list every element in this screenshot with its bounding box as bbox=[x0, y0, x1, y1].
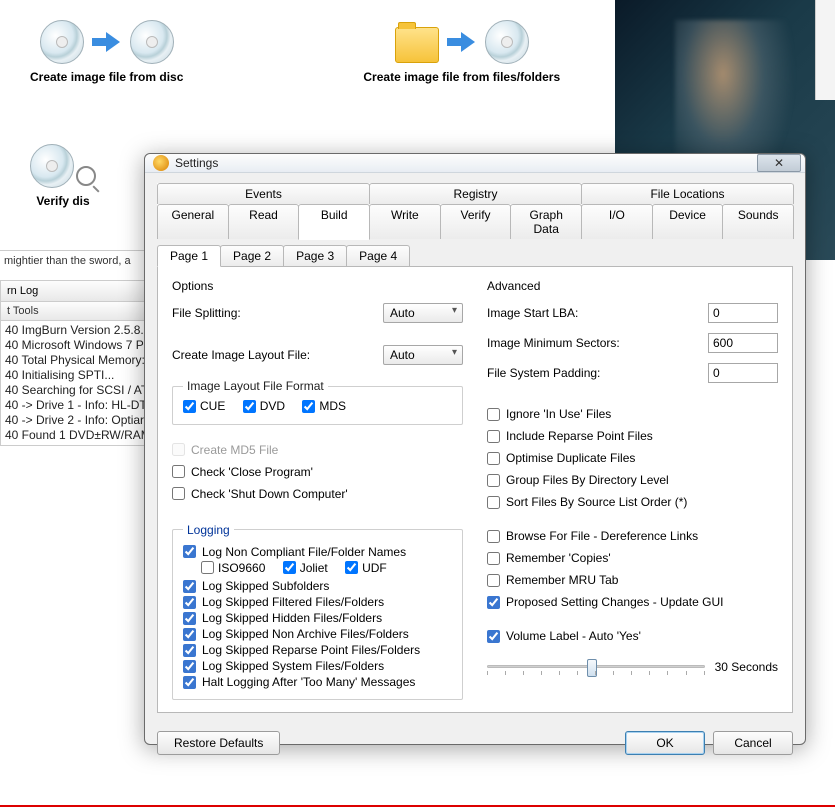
padding-input[interactable] bbox=[708, 363, 778, 383]
check-close-checkbox[interactable]: Check 'Close Program' bbox=[172, 465, 463, 479]
padding-label: File System Padding: bbox=[487, 366, 700, 380]
tab-graph-data[interactable]: Graph Data bbox=[510, 204, 582, 239]
icon-label: Create image file from files/folders bbox=[363, 70, 560, 84]
optimise-dup-checkbox[interactable]: Optimise Duplicate Files bbox=[487, 451, 778, 465]
browse-deref-checkbox[interactable]: Browse For File - Dereference Links bbox=[487, 529, 778, 543]
tab-general[interactable]: General bbox=[157, 204, 229, 239]
ok-button[interactable]: OK bbox=[625, 731, 705, 755]
include-reparse-checkbox[interactable]: Include Reparse Point Files bbox=[487, 429, 778, 443]
subtab-page-1[interactable]: Page 1 bbox=[157, 245, 221, 267]
advanced-heading: Advanced bbox=[487, 279, 778, 293]
proposed-gui-checkbox[interactable]: Proposed Setting Changes - Update GUI bbox=[487, 595, 778, 609]
subtab-page-2[interactable]: Page 2 bbox=[220, 245, 284, 266]
joliet-checkbox[interactable]: Joliet bbox=[283, 561, 328, 575]
remember-copies-checkbox[interactable]: Remember 'Copies' bbox=[487, 551, 778, 565]
sidebar-gadget bbox=[815, 0, 835, 100]
restore-defaults-button[interactable]: Restore Defaults bbox=[157, 731, 280, 755]
arrow-icon bbox=[92, 32, 122, 52]
create-layout-select[interactable]: Auto bbox=[383, 345, 463, 365]
tab-registry[interactable]: Registry bbox=[369, 183, 582, 204]
icon-label: Verify dis bbox=[36, 194, 89, 208]
start-lba-input[interactable] bbox=[708, 303, 778, 323]
create-image-from-files[interactable]: Create image file from files/folders bbox=[363, 20, 560, 84]
magnifier-icon bbox=[76, 166, 96, 186]
log-skipped-nonarchive-checkbox[interactable]: Log Skipped Non Archive Files/Folders bbox=[183, 627, 452, 641]
tab-events[interactable]: Events bbox=[157, 183, 370, 204]
min-sectors-label: Image Minimum Sectors: bbox=[487, 336, 700, 350]
tab-file-locations[interactable]: File Locations bbox=[581, 183, 794, 204]
icon-label: Create image file from disc bbox=[30, 70, 183, 84]
create-md5-checkbox: Create MD5 File bbox=[172, 443, 463, 457]
cue-checkbox[interactable]: CUE bbox=[183, 399, 225, 413]
log-skipped-filtered-checkbox[interactable]: Log Skipped Filtered Files/Folders bbox=[183, 595, 452, 609]
dvd-checkbox[interactable]: DVD bbox=[243, 399, 285, 413]
log-noncompliant-checkbox[interactable]: Log Non Compliant File/Folder Names bbox=[183, 545, 452, 559]
layout-format-group: Image Layout File Format CUE DVD MDS bbox=[172, 379, 463, 425]
iso9660-checkbox[interactable]: ISO9660 bbox=[201, 561, 265, 575]
create-layout-label: Create Image Layout File: bbox=[172, 348, 375, 362]
tab-read[interactable]: Read bbox=[228, 204, 300, 239]
verify-disc[interactable]: Verify dis bbox=[30, 144, 96, 208]
layout-format-legend: Image Layout File Format bbox=[183, 379, 328, 393]
tab-i/o[interactable]: I/O bbox=[581, 204, 653, 239]
file-splitting-label: File Splitting: bbox=[172, 306, 375, 320]
create-image-from-disc[interactable]: Create image file from disc bbox=[30, 20, 183, 84]
udf-checkbox[interactable]: UDF bbox=[345, 561, 387, 575]
disc-icon bbox=[485, 20, 529, 64]
logging-legend: Logging bbox=[183, 523, 234, 537]
slider-value-label: 30 Seconds bbox=[715, 660, 778, 674]
tab-write[interactable]: Write bbox=[369, 204, 441, 239]
titlebar[interactable]: Settings ✕ bbox=[145, 154, 805, 173]
subtab-page-3[interactable]: Page 3 bbox=[283, 245, 347, 266]
cancel-button[interactable]: Cancel bbox=[713, 731, 793, 755]
disc-icon bbox=[30, 144, 74, 188]
mds-checkbox[interactable]: MDS bbox=[302, 399, 346, 413]
check-shutdown-checkbox[interactable]: Check 'Shut Down Computer' bbox=[172, 487, 463, 501]
volume-label-checkbox[interactable]: Volume Label - Auto 'Yes' bbox=[487, 629, 778, 643]
log-skipped-sub-checkbox[interactable]: Log Skipped Subfolders bbox=[183, 579, 452, 593]
halt-logging-checkbox[interactable]: Halt Logging After 'Too Many' Messages bbox=[183, 675, 452, 689]
options-heading: Options bbox=[172, 279, 463, 293]
tab-verify[interactable]: Verify bbox=[440, 204, 512, 239]
close-button[interactable]: ✕ bbox=[757, 154, 801, 172]
group-dir-checkbox[interactable]: Group Files By Directory Level bbox=[487, 473, 778, 487]
min-sectors-input[interactable] bbox=[708, 333, 778, 353]
window-title: Settings bbox=[175, 156, 757, 170]
disc-icon bbox=[130, 20, 174, 64]
settings-dialog: Settings ✕ EventsRegistryFile Locations … bbox=[144, 153, 806, 745]
log-skipped-hidden-checkbox[interactable]: Log Skipped Hidden Files/Folders bbox=[183, 611, 452, 625]
logging-group: Logging Log Non Compliant File/Folder Na… bbox=[172, 523, 463, 701]
subtab-page-4[interactable]: Page 4 bbox=[346, 245, 410, 266]
file-splitting-select[interactable]: Auto bbox=[383, 303, 463, 323]
sort-source-checkbox[interactable]: Sort Files By Source List Order (*) bbox=[487, 495, 778, 509]
start-lba-label: Image Start LBA: bbox=[487, 306, 700, 320]
tab-build[interactable]: Build bbox=[298, 204, 370, 240]
status-text: mightier than the sword, a bbox=[0, 250, 160, 271]
disc-icon bbox=[40, 20, 84, 64]
log-skipped-reparse-checkbox[interactable]: Log Skipped Reparse Point Files/Folders bbox=[183, 643, 452, 657]
folder-icon bbox=[395, 27, 439, 63]
ignore-inuse-checkbox[interactable]: Ignore 'In Use' Files bbox=[487, 407, 778, 421]
volume-label-slider[interactable] bbox=[487, 655, 705, 679]
close-icon: ✕ bbox=[774, 156, 784, 170]
tab-device[interactable]: Device bbox=[652, 204, 724, 239]
log-skipped-system-checkbox[interactable]: Log Skipped System Files/Folders bbox=[183, 659, 452, 673]
arrow-icon bbox=[447, 32, 477, 52]
remember-mru-checkbox[interactable]: Remember MRU Tab bbox=[487, 573, 778, 587]
tab-sounds[interactable]: Sounds bbox=[722, 204, 794, 239]
app-icon bbox=[153, 155, 169, 171]
